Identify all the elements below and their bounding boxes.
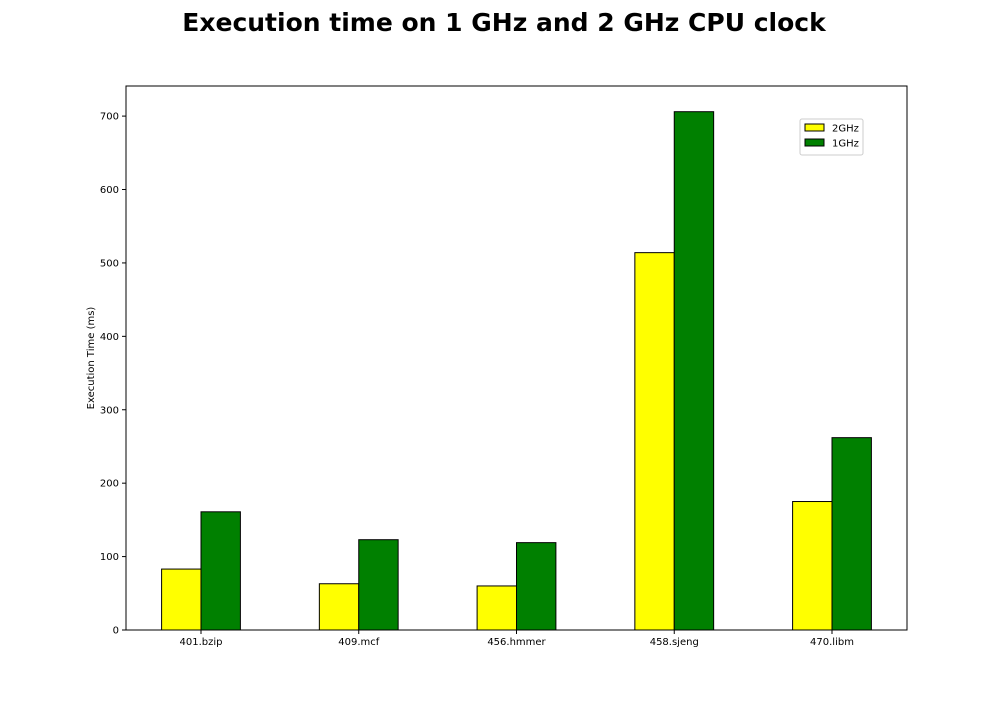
y-tick-label: 100 — [100, 552, 119, 563]
bar-1ghz-470-libm — [831, 437, 872, 631]
y-tick-label: 200 — [100, 479, 119, 490]
bars-group — [161, 111, 872, 631]
legend-label: 1GHz — [832, 139, 859, 150]
x-tick-label: 456.hmmer — [487, 637, 546, 648]
x-tick-label: 401.bzip — [180, 637, 223, 648]
legend-swatch-2ghz — [804, 123, 825, 132]
y-axis: 0 100 200 300 400 500 600 700 — [100, 112, 126, 637]
bar-2ghz-409-mcf — [318, 583, 360, 631]
bar-1ghz-409-mcf — [358, 539, 399, 631]
y-tick-label: 600 — [100, 185, 119, 196]
y-tick-label: 700 — [100, 112, 119, 123]
y-tick-label: 400 — [100, 332, 119, 343]
x-axis: 401.bzip 409.mcf 456.hmmer 458.sjeng 470.lib… — [180, 630, 854, 648]
bar-2ghz-401-bzip — [161, 568, 202, 631]
y-tick-label: 0 — [113, 626, 119, 637]
bar-2ghz-458-sjeng — [634, 252, 675, 631]
legend-label: 2GHz — [832, 124, 859, 135]
bar-chart: 0 100 200 300 400 500 600 700 401.bzip 409.mcf 45… — [86, 85, 908, 648]
y-tick-label: 300 — [100, 405, 119, 416]
y-axis-label: Execution Time (ms) — [86, 307, 97, 410]
legend: 2GHz 1GHz — [799, 118, 864, 156]
bar-1ghz-458-sjeng — [673, 111, 715, 631]
y-tick-label: 500 — [100, 258, 119, 269]
legend-swatch-1ghz — [804, 138, 825, 147]
x-tick-label: 409.mcf — [338, 637, 380, 648]
bar-2ghz-456-hmmer — [476, 585, 518, 631]
x-tick-label: 458.sjeng — [650, 637, 699, 648]
bar-1ghz-456-hmmer — [516, 542, 557, 631]
x-tick-label: 470.libm — [810, 637, 854, 648]
bar-1ghz-401-bzip — [200, 511, 241, 631]
bar-2ghz-470-libm — [792, 501, 833, 631]
